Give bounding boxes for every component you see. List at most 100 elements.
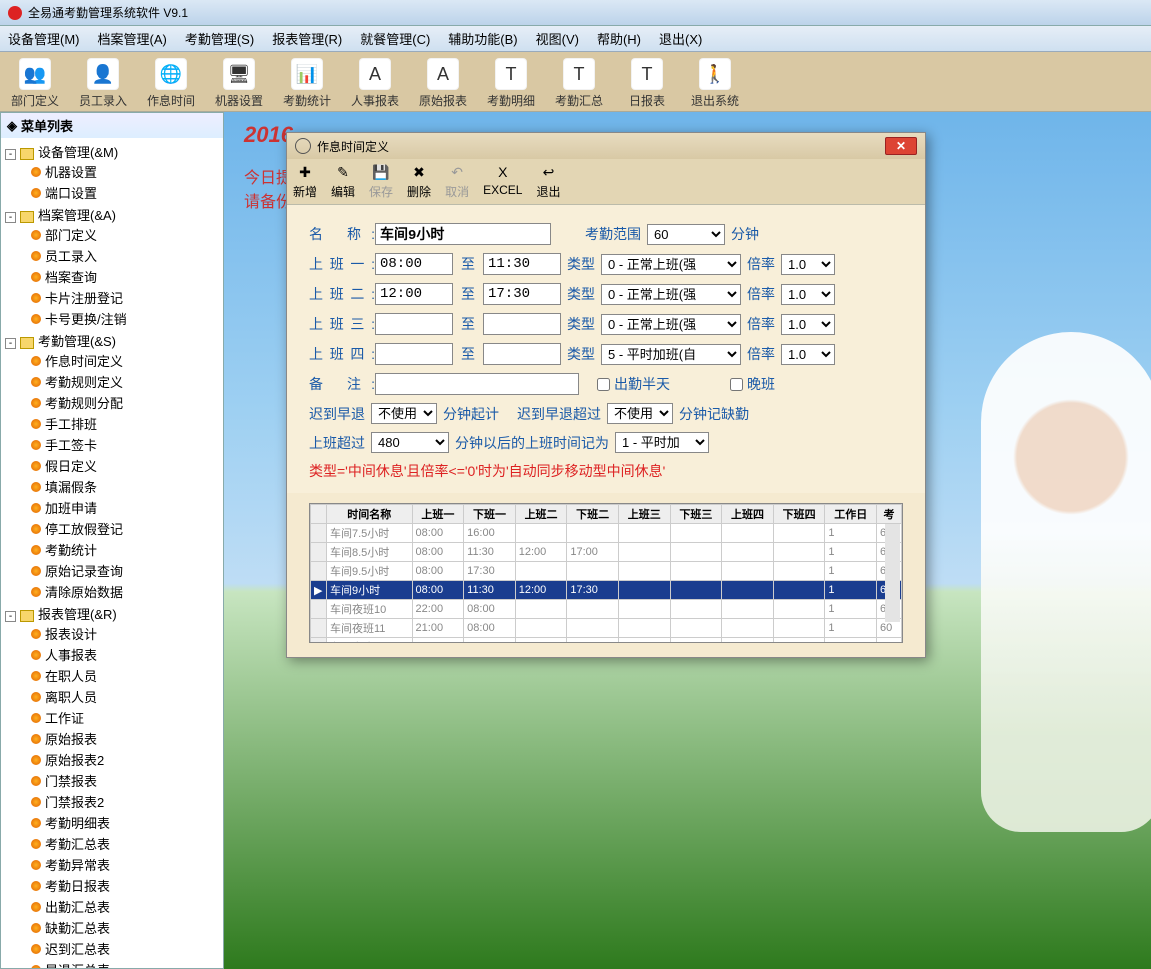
shift1-rate-select[interactable]: 1.0 xyxy=(781,254,835,275)
tree-item[interactable]: 员工录入 xyxy=(31,245,219,266)
schedule-grid[interactable]: 时间名称上班一下班一上班二下班二上班三下班三上班四下班四工作日考车间7.5小时0… xyxy=(309,503,903,643)
dialog-tb-button[interactable]: ✎编辑 xyxy=(331,163,355,200)
tree-item[interactable]: 出勤汇总表 xyxy=(31,896,219,917)
dialog-tb-button[interactable]: ✖删除 xyxy=(407,163,431,200)
tree-group[interactable]: -设备管理(&M) xyxy=(5,142,219,161)
tree-item[interactable]: 门禁报表2 xyxy=(31,791,219,812)
table-row[interactable]: ▶车间9小时08:0011:3012:0017:30160 xyxy=(311,581,902,600)
grid-header[interactable]: 下班二 xyxy=(567,505,619,524)
collapse-icon[interactable]: - xyxy=(5,338,16,349)
lateover-select[interactable]: 不使用 xyxy=(607,403,673,424)
shift2-start-input[interactable] xyxy=(375,283,453,305)
tree-item[interactable]: 填漏假条 xyxy=(31,476,219,497)
table-row[interactable]: 车间7.5小时08:0016:00160 xyxy=(311,524,902,543)
shift4-end-input[interactable] xyxy=(483,343,561,365)
tree-item[interactable]: 部门定义 xyxy=(31,224,219,245)
toolbar-button[interactable]: T考勤明细 xyxy=(480,58,542,109)
close-button[interactable]: ✕ xyxy=(885,137,917,155)
shift1-end-input[interactable] xyxy=(483,253,561,275)
toolbar-button[interactable]: A原始报表 xyxy=(412,58,474,109)
shift2-type-select[interactable]: 0 - 正常上班(强 xyxy=(601,284,741,305)
shift3-end-input[interactable] xyxy=(483,313,561,335)
tree-item[interactable]: 手工排班 xyxy=(31,413,219,434)
workover-select[interactable]: 480 xyxy=(371,432,449,453)
shift2-end-input[interactable] xyxy=(483,283,561,305)
toolbar-button[interactable]: A人事报表 xyxy=(344,58,406,109)
tree-item[interactable]: 考勤规则定义 xyxy=(31,371,219,392)
tree-item[interactable]: 停工放假登记 xyxy=(31,518,219,539)
tree-item[interactable]: 早退汇总表 xyxy=(31,959,219,969)
note-input[interactable] xyxy=(375,373,579,395)
grid-header[interactable]: 上班四 xyxy=(722,505,774,524)
menu-item[interactable]: 设备管理(M) xyxy=(8,29,80,48)
menu-item[interactable]: 退出(X) xyxy=(659,29,702,48)
grid-header[interactable]: 考 xyxy=(877,505,902,524)
tree-item[interactable]: 端口设置 xyxy=(31,182,219,203)
tree-item[interactable]: 缺勤汇总表 xyxy=(31,917,219,938)
tree-item[interactable]: 考勤统计 xyxy=(31,539,219,560)
shift1-start-input[interactable] xyxy=(375,253,453,275)
night-checkbox[interactable] xyxy=(730,378,743,391)
grid-header[interactable]: 下班一 xyxy=(464,505,516,524)
shift3-start-input[interactable] xyxy=(375,313,453,335)
menu-item[interactable]: 视图(V) xyxy=(536,29,579,48)
late-select[interactable]: 不使用 xyxy=(371,403,437,424)
tree-item[interactable]: 门禁报表 xyxy=(31,770,219,791)
grid-header[interactable]: 下班四 xyxy=(773,505,825,524)
menu-item[interactable]: 帮助(H) xyxy=(597,29,641,48)
toolbar-button[interactable]: 📊考勤统计 xyxy=(276,58,338,109)
shift3-rate-select[interactable]: 1.0 xyxy=(781,314,835,335)
tree-item[interactable]: 原始报表2 xyxy=(31,749,219,770)
grid-header[interactable]: 上班三 xyxy=(618,505,670,524)
tree-group[interactable]: -档案管理(&A) xyxy=(5,205,219,224)
tree-item[interactable]: 考勤异常表 xyxy=(31,854,219,875)
menu-item[interactable]: 档案管理(A) xyxy=(98,29,167,48)
tree-item[interactable]: 迟到汇总表 xyxy=(31,938,219,959)
tree-item[interactable]: 假日定义 xyxy=(31,455,219,476)
toolbar-button[interactable]: 🖥机器设置 xyxy=(208,58,270,109)
tree-item[interactable]: 卡号更换/注销 xyxy=(31,308,219,329)
tree-item[interactable]: 加班申请 xyxy=(31,497,219,518)
tree-item[interactable]: 考勤规则分配 xyxy=(31,392,219,413)
table-row[interactable]: 车间9.5小时08:0017:30160 xyxy=(311,562,902,581)
tree-item[interactable]: 手工签卡 xyxy=(31,434,219,455)
menu-item[interactable]: 就餐管理(C) xyxy=(360,29,430,48)
grid-header[interactable] xyxy=(311,505,327,524)
table-row[interactable]: 车间夜班1121:0008:00160 xyxy=(311,619,902,638)
table-row[interactable]: 车间8.5小时08:0011:3012:0017:00160 xyxy=(311,543,902,562)
table-row[interactable]: 车间夜班1120:3008:00160 xyxy=(311,638,902,644)
halfday-checkbox[interactable] xyxy=(597,378,610,391)
collapse-icon[interactable]: - xyxy=(5,611,16,622)
tree-item[interactable]: 离职人员 xyxy=(31,686,219,707)
tree-item[interactable]: 在职人员 xyxy=(31,665,219,686)
menu-item[interactable]: 考勤管理(S) xyxy=(185,29,254,48)
toolbar-button[interactable]: 🚶退出系统 xyxy=(684,58,746,109)
table-row[interactable]: 车间夜班1022:0008:00160 xyxy=(311,600,902,619)
range-select[interactable]: 60 xyxy=(647,224,725,245)
menu-item[interactable]: 辅助功能(B) xyxy=(448,29,517,48)
tree-group[interactable]: -考勤管理(&S) xyxy=(5,331,219,350)
grid-scrollbar[interactable] xyxy=(885,524,900,622)
tree-item[interactable]: 原始报表 xyxy=(31,728,219,749)
collapse-icon[interactable]: - xyxy=(5,149,16,160)
collapse-icon[interactable]: - xyxy=(5,212,16,223)
tree-item[interactable]: 清除原始数据 xyxy=(31,581,219,602)
name-input[interactable] xyxy=(375,223,551,245)
grid-header[interactable]: 时间名称 xyxy=(327,505,413,524)
tree-item[interactable]: 考勤日报表 xyxy=(31,875,219,896)
tree-item[interactable]: 考勤明细表 xyxy=(31,812,219,833)
grid-header[interactable]: 工作日 xyxy=(825,505,877,524)
toolbar-button[interactable]: 👤员工录入 xyxy=(72,58,134,109)
dialog-tb-button[interactable]: ✚新增 xyxy=(293,163,317,200)
afterwork-select[interactable]: 1 - 平时加 xyxy=(615,432,709,453)
shift4-start-input[interactable] xyxy=(375,343,453,365)
shift2-rate-select[interactable]: 1.0 xyxy=(781,284,835,305)
grid-header[interactable]: 上班二 xyxy=(515,505,567,524)
grid-header[interactable]: 上班一 xyxy=(412,505,464,524)
tree-item[interactable]: 报表设计 xyxy=(31,623,219,644)
shift1-type-select[interactable]: 0 - 正常上班(强 xyxy=(601,254,741,275)
tree-item[interactable]: 工作证 xyxy=(31,707,219,728)
shift3-type-select[interactable]: 0 - 正常上班(强 xyxy=(601,314,741,335)
toolbar-button[interactable]: T考勤汇总 xyxy=(548,58,610,109)
toolbar-button[interactable]: 🌐作息时间 xyxy=(140,58,202,109)
